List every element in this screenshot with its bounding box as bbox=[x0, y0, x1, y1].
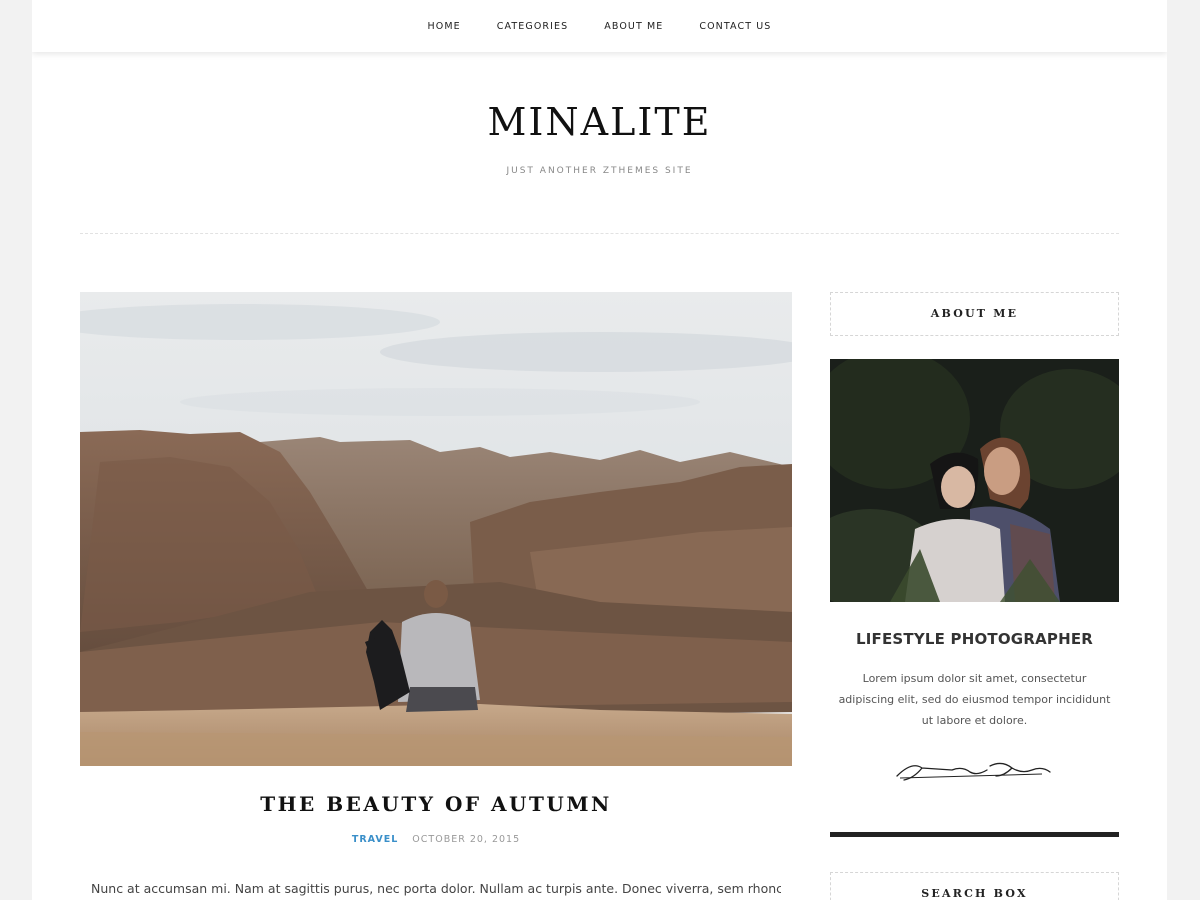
about-me-heading: LIFESTYLE PHOTOGRAPHER bbox=[855, 630, 1094, 648]
post-title[interactable]: THE BEAUTY OF AUTUMN bbox=[80, 792, 792, 816]
search-box-widget-title: SEARCH BOX bbox=[830, 872, 1119, 900]
site-tagline: JUST ANOTHER ZTHEMES SITE bbox=[506, 166, 693, 176]
nav-item-about-me[interactable]: ABOUT ME bbox=[586, 21, 681, 32]
header-divider bbox=[80, 233, 1119, 234]
post-excerpt: Nunc at accumsan mi. Nam at sagittis pur… bbox=[91, 881, 781, 896]
about-me-text: Lorem ipsum dolor sit amet, consectetur … bbox=[838, 672, 1111, 727]
top-navigation: HOME CATEGORIES ABOUT ME CONTACT US bbox=[32, 0, 1167, 52]
nav-item-contact-us[interactable]: CONTACT US bbox=[681, 21, 789, 32]
site-title[interactable]: MINALITE bbox=[32, 100, 1167, 144]
featured-image[interactable] bbox=[80, 292, 792, 766]
sidebar-divider bbox=[830, 832, 1119, 837]
about-me-widget-title: ABOUT ME bbox=[830, 292, 1119, 336]
nav-item-categories[interactable]: CATEGORIES bbox=[479, 21, 586, 32]
page: HOME CATEGORIES ABOUT ME CONTACT US MINA… bbox=[32, 0, 1167, 900]
post-meta: TRAVEL OCTOBER 20, 2015 bbox=[80, 834, 792, 845]
about-me-image bbox=[830, 359, 1119, 602]
post-category-link[interactable]: TRAVEL bbox=[352, 834, 398, 845]
signature-icon bbox=[892, 756, 1057, 786]
couple-photo-icon bbox=[830, 359, 1119, 602]
nav-item-home[interactable]: HOME bbox=[410, 21, 479, 32]
canyon-photo-icon bbox=[80, 292, 792, 766]
post-date: OCTOBER 20, 2015 bbox=[412, 834, 521, 845]
